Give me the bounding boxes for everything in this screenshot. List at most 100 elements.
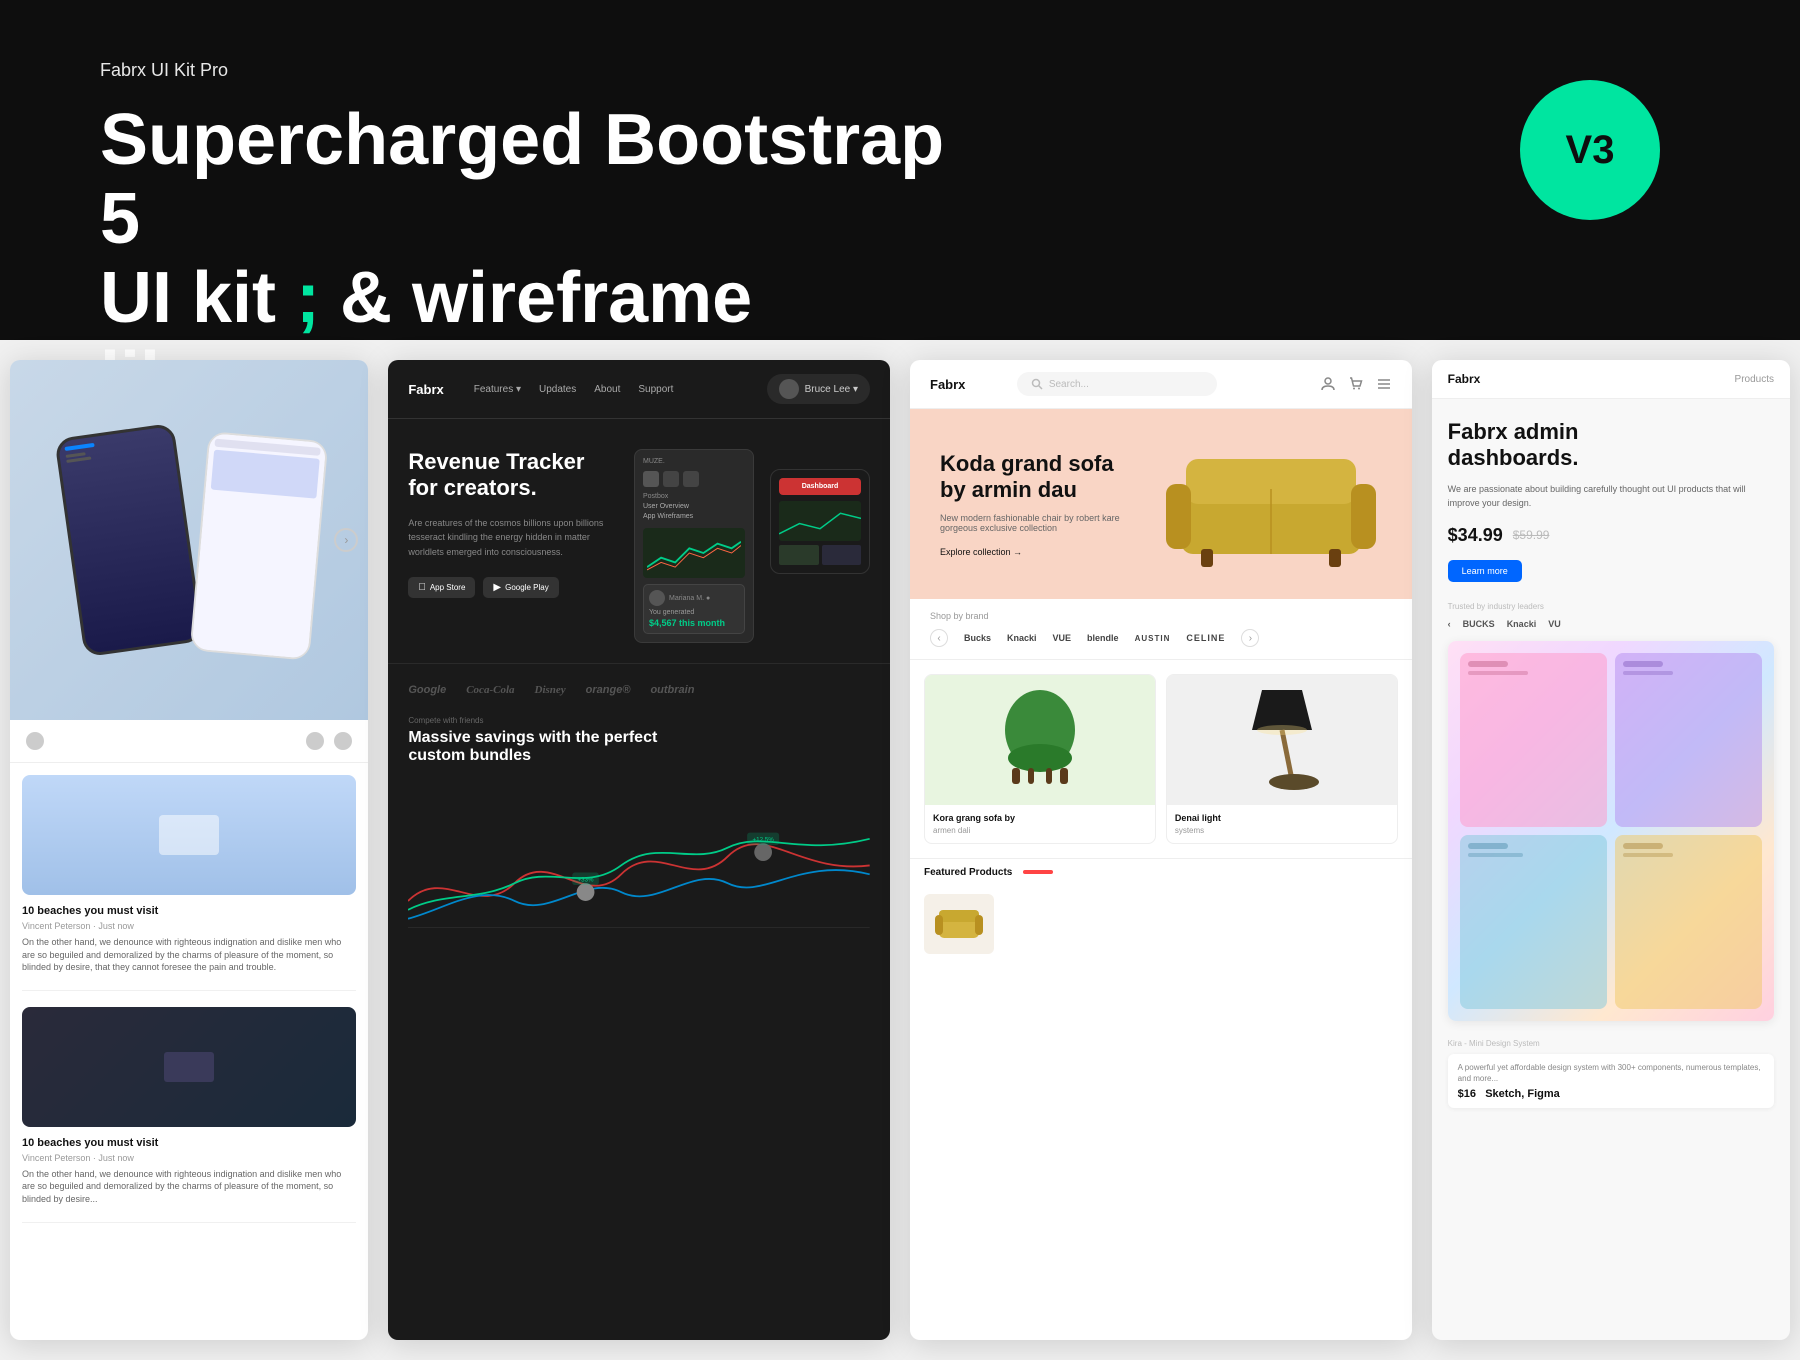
appstore-button[interactable]:  App Store xyxy=(408,577,475,598)
brand-next-btn[interactable]: › xyxy=(1241,629,1259,647)
card3-hero-title: Koda grand sofaby armin dau xyxy=(940,451,1161,504)
dashboard-chart xyxy=(779,501,861,541)
card3-search[interactable]: Search... xyxy=(1017,372,1217,396)
chair-svg xyxy=(990,690,1090,790)
brand-blendle: blendle xyxy=(1087,633,1119,643)
product-card-1: Kora grang sofa by armen dali xyxy=(924,674,1156,844)
card3-brands-row: Shop by brand ‹ Bucks Knacki VUE blendle… xyxy=(910,599,1412,660)
trusted-bucks: BUCKS xyxy=(1463,619,1495,629)
featured-products-label: Featured Products xyxy=(910,858,1412,886)
explore-button[interactable]: Explore collection → xyxy=(940,547,1161,557)
mini-line-chart xyxy=(647,532,741,574)
card3-logo: Fabrx xyxy=(930,377,965,392)
user-avatar xyxy=(779,379,799,399)
nav-updates[interactable]: Updates xyxy=(539,384,576,395)
appstore-label: App Store xyxy=(430,583,466,592)
card2-store-buttons:  App Store ▶ Google Play xyxy=(408,577,614,598)
user-name: Bruce Lee ▾ xyxy=(805,384,858,395)
mini-design-card: A powerful yet affordable design system … xyxy=(1448,1054,1774,1108)
play-icon: ▶ xyxy=(493,582,501,593)
product-name-2: Denai light xyxy=(1175,813,1389,823)
product-subname-2: systems xyxy=(1175,826,1389,835)
card-blog-hero: › xyxy=(10,360,368,720)
nav-about[interactable]: About xyxy=(594,384,620,395)
thumb-sofa xyxy=(934,904,984,944)
trusted-brand-nav: ‹ xyxy=(1448,619,1451,629)
nav-icons xyxy=(306,732,352,750)
trusted-label: Trusted by industry leaders xyxy=(1448,602,1774,611)
card2-brands: Google Coca-Cola Disney orange® outbrain xyxy=(388,663,890,716)
hero-subtitle: Fabrx UI Kit Pro xyxy=(100,60,1700,81)
brand-prev-btn[interactable]: ‹ xyxy=(930,629,948,647)
search-placeholder: Search... xyxy=(1049,379,1089,390)
learn-more-button[interactable]: Learn more xyxy=(1448,560,1522,582)
brand-austin: AUSTIN xyxy=(1135,634,1171,643)
product-info-1: Kora grang sofa by armen dali xyxy=(925,805,1155,843)
brand-vue: VUE xyxy=(1053,633,1072,643)
card4-hero-desc: We are passionate about building careful… xyxy=(1448,482,1774,511)
phone-mockup-2 xyxy=(190,431,329,661)
card2-logo: Fabrx xyxy=(408,382,443,397)
card-blog-nav xyxy=(10,720,368,763)
article-title-1: 10 beaches you must visit xyxy=(22,905,356,917)
mini-card-label-heading: Kira - Mini Design System xyxy=(1432,1031,1790,1048)
brand-cocacola: Coca-Cola xyxy=(466,684,514,696)
nav-menu-icon[interactable] xyxy=(26,732,44,750)
card4-hero-title: Fabrx admindashboards. xyxy=(1448,419,1774,472)
explore-btn-label: Explore collection → xyxy=(940,547,1022,557)
nav-features[interactable]: Features ▾ xyxy=(474,384,521,395)
svg-text:+33%: +33% xyxy=(578,876,595,883)
article-item: 10 beaches you must visit Vincent Peters… xyxy=(22,775,356,991)
brand-knacki: Knacki xyxy=(1007,633,1037,643)
brands-label: Shop by brand xyxy=(930,611,1392,621)
price-old: $59.99 xyxy=(1513,528,1550,542)
card4-nav-right: Products xyxy=(1735,374,1774,385)
article-meta-2: Vincent Peterson · Just now xyxy=(22,1153,356,1163)
nav-icon-2[interactable] xyxy=(334,732,352,750)
trusted-brands: ‹ BUCKS Knacki VU xyxy=(1448,619,1774,629)
card-admin: Fabrx Products Fabrx admindashboards. We… xyxy=(1432,360,1790,1340)
article-item-2: 10 beaches you must visit Vincent Peters… xyxy=(22,1007,356,1223)
nav-icon-1[interactable] xyxy=(306,732,324,750)
brand-outbrain: outbrain xyxy=(650,684,694,696)
article-title-2: 10 beaches you must visit xyxy=(22,1137,356,1149)
brands-scroll: ‹ Bucks Knacki VUE blendle AUSTIN CELINE… xyxy=(930,629,1392,647)
product-subname-1: armen dali xyxy=(933,826,1147,835)
lamp-svg xyxy=(1232,685,1332,795)
card2-navbar: Fabrx Features ▾ Updates About Support B… xyxy=(388,360,890,419)
brand-bucks: Bucks xyxy=(964,633,991,643)
featured-accent xyxy=(1023,870,1053,874)
price-row: $34.99 $59.99 xyxy=(1448,525,1774,546)
card-ecommerce: Fabrx Search... Koda grand sofaby armin … xyxy=(910,360,1412,1340)
playstore-button[interactable]: ▶ Google Play xyxy=(483,577,558,598)
card4-hero-section: Fabrx admindashboards. We are passionate… xyxy=(1432,399,1790,602)
revenue-chart: +33% +12.5% xyxy=(408,781,870,941)
menu-icon[interactable] xyxy=(1376,376,1392,392)
card4-navbar: Fabrx Products xyxy=(1432,360,1790,399)
product-info-2: Denai light systems xyxy=(1167,805,1397,843)
card3-hero-subtitle: New modern fashionable chair by robert k… xyxy=(940,513,1161,533)
card3-hero-section: Koda grand sofaby armin dau New modern f… xyxy=(910,409,1412,599)
trusted-vu: VU xyxy=(1548,619,1561,629)
dashboard-teal-panel xyxy=(1460,835,1607,1009)
card4-trusted: Trusted by industry leaders ‹ BUCKS Knac… xyxy=(1432,602,1790,629)
playstore-label: Google Play xyxy=(505,583,549,592)
hero-section: Fabrx UI Kit Pro Supercharged Bootstrap … xyxy=(0,0,1800,340)
brand-celine: CELINE xyxy=(1186,633,1225,643)
card2-chart-area: +33% +12.5% xyxy=(388,781,890,941)
dashboard-yellow-panel xyxy=(1615,835,1762,1009)
nav-support[interactable]: Support xyxy=(638,384,673,395)
card3-navbar: Fabrx Search... xyxy=(910,360,1412,409)
dashboard-purple-panel xyxy=(1615,653,1762,827)
card2-hero-title: Revenue Trackerfor creators. xyxy=(408,449,614,502)
card2-hero-desc: Are creatures of the cosmos billions upo… xyxy=(408,516,608,559)
card2-user[interactable]: Bruce Lee ▾ xyxy=(767,374,870,404)
brand-orange: orange® xyxy=(586,684,631,696)
hero-arrow[interactable]: › xyxy=(334,528,358,552)
article-image-1 xyxy=(22,775,356,895)
user-icon[interactable] xyxy=(1320,376,1336,392)
cart-icon[interactable] xyxy=(1348,376,1364,392)
card4-dashboard-preview xyxy=(1448,641,1774,1021)
product-name-1: Kora grang sofa by xyxy=(933,813,1147,823)
article-excerpt-2: On the other hand, we denounce with righ… xyxy=(22,1168,356,1206)
